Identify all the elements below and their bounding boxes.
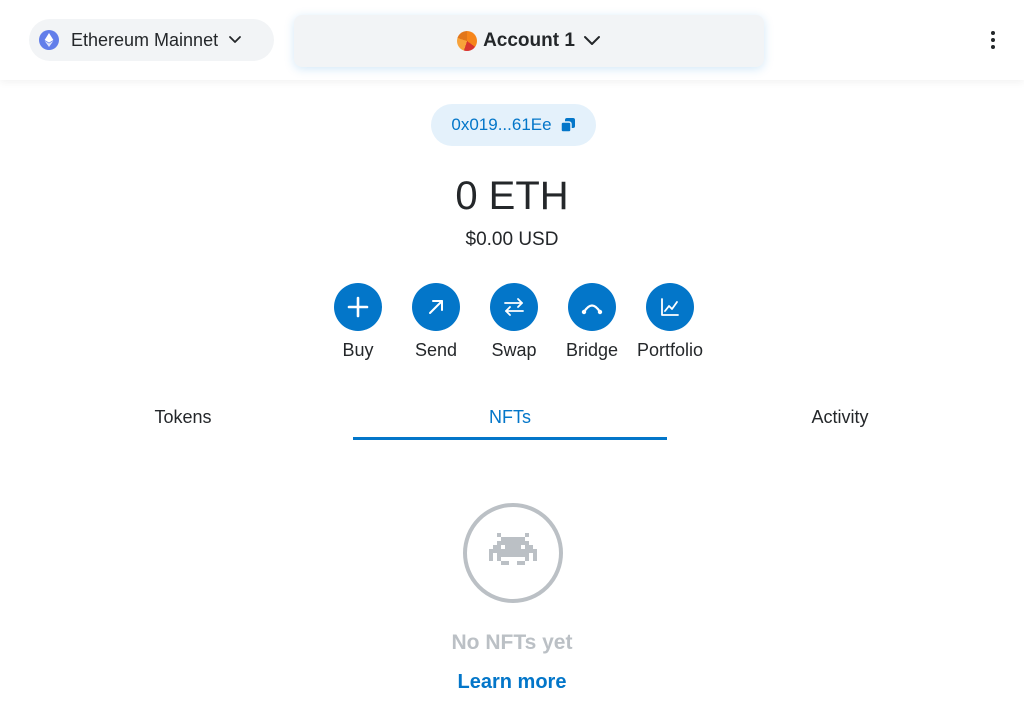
account-selector[interactable]: Account 1 [294, 15, 764, 67]
buy-label: Buy [342, 340, 374, 360]
bridge-button[interactable]: Bridge [552, 283, 632, 361]
portfolio-label: Portfolio [636, 340, 704, 360]
chevron-down-icon [583, 35, 601, 47]
swap-button[interactable]: Swap [474, 283, 554, 361]
tab-activity[interactable]: Activity [680, 393, 1000, 441]
account-label: Account 1 [483, 30, 575, 51]
asset-tabs: Tokens NFTs Activity [0, 393, 1024, 443]
account-address: 0x019...61Ee [451, 115, 552, 134]
chevron-down-icon [228, 35, 242, 45]
learn-more-link[interactable]: Learn more [458, 671, 567, 693]
swap-arrows-icon [490, 283, 538, 331]
chart-icon [646, 283, 694, 331]
fiat-balance: $0.00 USD [465, 229, 559, 250]
send-button[interactable]: Send [396, 283, 476, 361]
tab-tokens[interactable]: Tokens [20, 393, 346, 441]
active-tab-indicator [353, 437, 667, 440]
buy-button[interactable]: Buy [318, 283, 398, 361]
portfolio-button[interactable]: Portfolio [630, 283, 710, 361]
eth-balance: 0 ETH [455, 174, 569, 218]
tab-nfts[interactable]: NFTs [353, 393, 667, 441]
swap-label: Swap [491, 340, 537, 360]
send-label: Send [414, 340, 458, 360]
copy-icon [559, 117, 576, 133]
learn-more-link-wrapper: Learn more [0, 671, 1024, 694]
empty-state-message: No NFTs yet [451, 631, 573, 654]
arrow-up-right-icon [412, 283, 460, 331]
network-selector[interactable]: Ethereum Mainnet [29, 19, 274, 61]
plus-icon [334, 283, 382, 331]
account-avatar-icon [457, 31, 478, 51]
bridge-icon [568, 283, 616, 331]
action-bar: Buy Send Swap Bridge Portfolio [318, 283, 718, 363]
address-copy-button[interactable]: 0x019...61Ee [431, 104, 596, 146]
space-invader-icon [463, 503, 563, 603]
kebab-menu-icon[interactable] [980, 26, 1006, 54]
bridge-label: Bridge [565, 340, 619, 360]
ethereum-icon [39, 30, 59, 50]
network-label: Ethereum Mainnet [71, 29, 219, 50]
app-header: Ethereum Mainnet Account 1 [0, 0, 1024, 80]
